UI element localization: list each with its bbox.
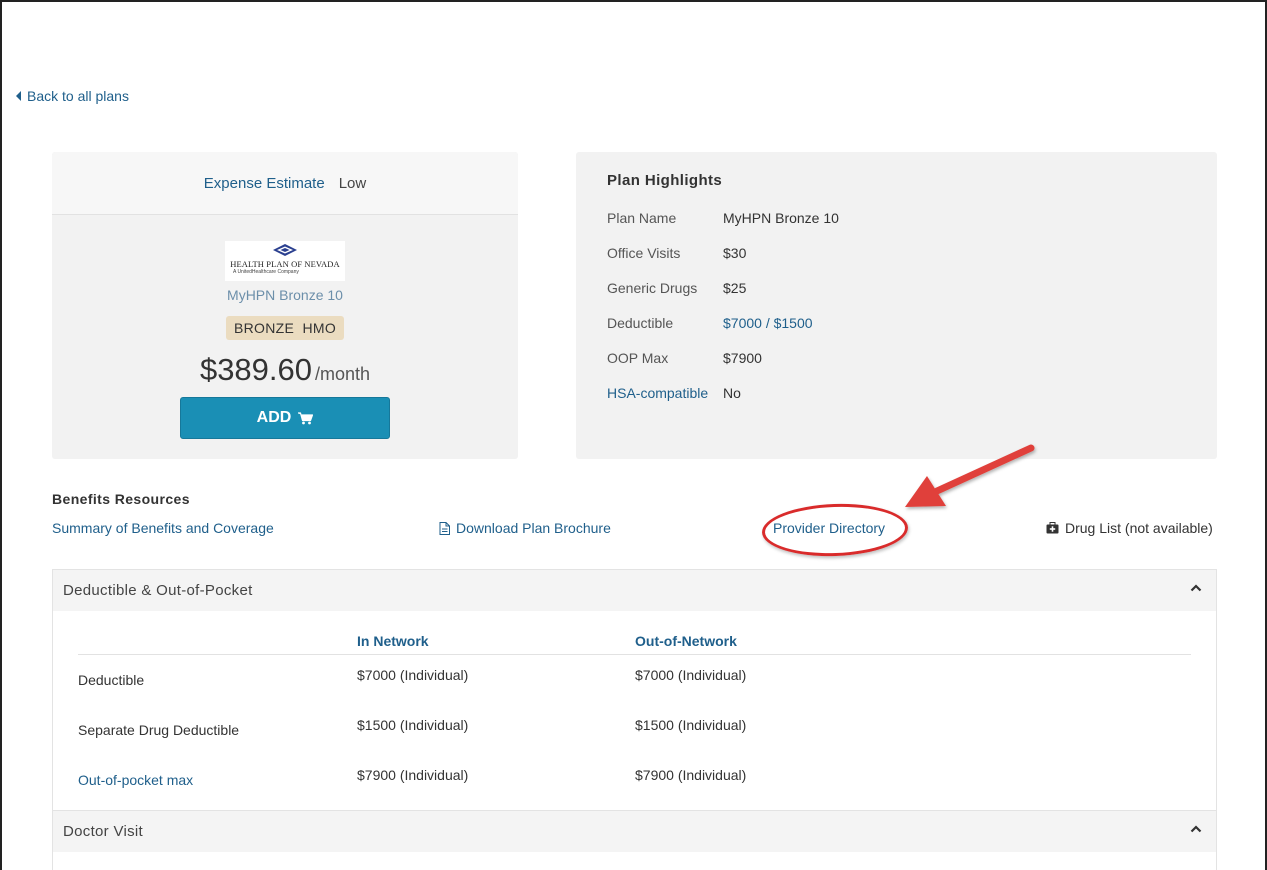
chevron-up-icon[interactable] (1190, 584, 1202, 592)
doctor-visit-section: Doctor Visit (52, 810, 1217, 870)
highlight-row: Plan Name MyHPN Bronze 10 (607, 210, 839, 226)
drug-list-label: Drug List (not available) (1065, 520, 1213, 536)
plan-price: $389.60/month (52, 352, 518, 388)
carrier-logo-text: HEALTH PLAN OF NEVADA (230, 259, 340, 269)
add-plan-button[interactable]: ADD (180, 397, 390, 439)
highlight-label: Office Visits (607, 245, 681, 261)
chevron-up-icon[interactable] (1190, 825, 1202, 833)
carrier-logo: HEALTH PLAN OF NEVADA A UnitedHealthcare… (225, 241, 345, 281)
highlight-value-deductible-link[interactable]: $7000 / $1500 (723, 315, 813, 331)
document-icon (439, 521, 450, 535)
plan-highlights-card: Plan Highlights Plan Name MyHPN Bronze 1… (576, 152, 1217, 459)
row-label: Deductible (78, 672, 145, 688)
highlight-label: Generic Drugs (607, 280, 698, 296)
annotation-circle (761, 501, 909, 559)
highlight-value: No (723, 385, 741, 401)
plan-type: HMO (302, 320, 337, 336)
hsa-compatible-link[interactable]: HSA-compatible (607, 385, 723, 401)
deductible-section-header[interactable]: Deductible & Out-of-Pocket (53, 570, 1216, 611)
plan-highlights-title: Plan Highlights (607, 172, 723, 189)
highlight-row: Office Visits $30 (607, 245, 746, 261)
highlight-value: $25 (723, 280, 747, 296)
summary-of-benefits-link[interactable]: Summary of Benefits and Coverage (52, 520, 274, 536)
highlight-row: Generic Drugs $25 (607, 280, 746, 296)
section-title: Deductible & Out-of-Pocket (63, 582, 253, 599)
out-of-network-cell: $1500 (Individual) (635, 717, 747, 733)
deductible-section: Deductible & Out-of-Pocket In Network Ou… (52, 569, 1217, 811)
highlight-label: Plan Name (607, 210, 677, 226)
doctor-visit-section-header[interactable]: Doctor Visit (53, 811, 1216, 852)
in-network-cell: $1500 (Individual) (357, 717, 469, 733)
highlight-label: OOP Max (607, 350, 669, 366)
back-to-plans-link[interactable]: Back to all plans (16, 88, 129, 104)
price-unit: /month (315, 364, 371, 384)
highlight-label: Deductible (607, 315, 674, 331)
download-brochure-label: Download Plan Brochure (456, 520, 611, 536)
out-of-network-cell: $7000 (Individual) (635, 667, 747, 683)
back-label: Back to all plans (27, 88, 129, 104)
expense-estimate: Expense Estimate Low (52, 152, 518, 215)
in-network-cell: $7000 (Individual) (357, 667, 469, 683)
out-of-network-cell: $7900 (Individual) (635, 767, 747, 783)
expense-estimate-label[interactable]: Expense Estimate (204, 175, 325, 192)
medical-kit-icon (1046, 522, 1059, 534)
cart-icon (298, 411, 314, 424)
highlight-value: $7900 (723, 350, 762, 366)
row-label: Separate Drug Deductible (78, 722, 240, 738)
table-divider (78, 654, 1191, 655)
carrier-logo-subtext: A UnitedHealthcare Company (233, 269, 299, 275)
caret-left-icon (16, 91, 21, 101)
highlight-row: OOP Max $7900 (607, 350, 762, 366)
benefits-resources-title: Benefits Resources (52, 491, 190, 507)
page-frame: Back to all plans Expense Estimate Low H… (0, 0, 1267, 870)
out-of-network-header: Out-of-Network (635, 633, 737, 649)
in-network-cell: $7900 (Individual) (357, 767, 469, 783)
section-title: Doctor Visit (63, 823, 144, 840)
in-network-header: In Network (357, 633, 429, 649)
highlight-value: $30 (723, 245, 747, 261)
drug-list-item: Drug List (not available) (1046, 520, 1213, 536)
out-of-pocket-max-link[interactable]: Out-of-pocket max (78, 772, 193, 788)
add-button-label: ADD (256, 409, 292, 426)
expense-estimate-value: Low (338, 174, 367, 192)
plan-card: Expense Estimate Low HEALTH PLAN OF NEVA… (52, 152, 518, 459)
highlight-row: HSA-compatible No (607, 385, 741, 401)
highlight-value: MyHPN Bronze 10 (723, 210, 839, 226)
highlight-row: Deductible $7000 / $1500 (607, 315, 813, 331)
download-brochure-link[interactable]: Download Plan Brochure (439, 520, 611, 536)
price-amount: $389.60 (199, 352, 313, 387)
plan-name: MyHPN Bronze 10 (227, 287, 343, 303)
carrier-logo-mark-icon (273, 244, 297, 256)
metal-tier: BRONZE (233, 320, 295, 336)
plan-tier-badge: BRONZE HMO (226, 316, 344, 340)
